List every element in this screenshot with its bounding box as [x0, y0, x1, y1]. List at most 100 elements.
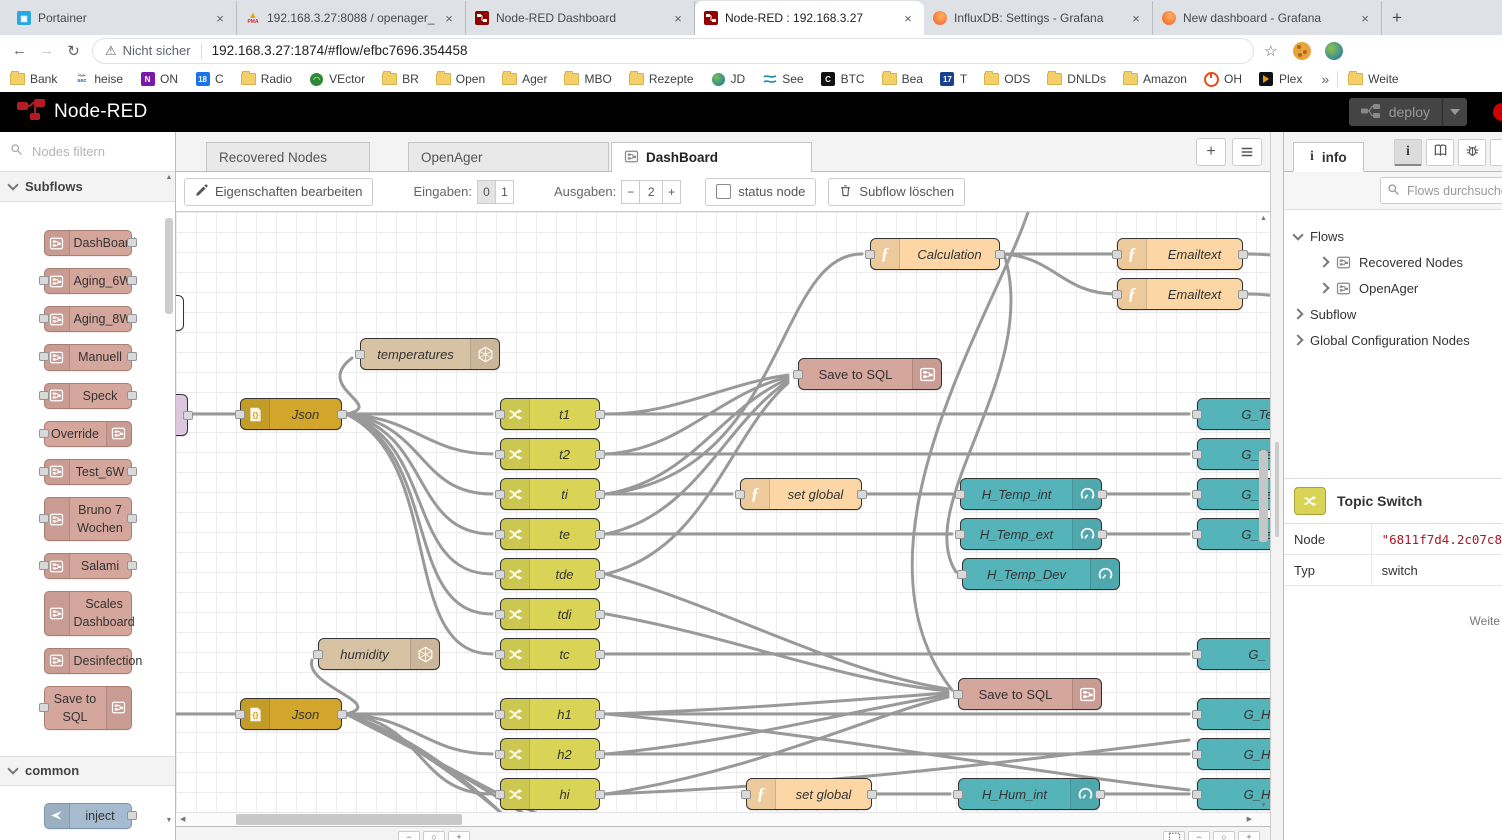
input-port[interactable] [957, 570, 967, 579]
wire[interactable] [346, 414, 492, 654]
output-port[interactable] [337, 710, 347, 719]
bookmark-item[interactable]: Bea [882, 72, 923, 86]
bookmark-item[interactable]: ◠VEctor [309, 72, 365, 86]
output-port[interactable] [867, 790, 877, 799]
canvas-horizontal-scrollbar[interactable]: ◀ ▶ [176, 812, 1270, 826]
input-port[interactable] [313, 650, 323, 659]
output-port[interactable] [127, 811, 137, 820]
close-tab-icon[interactable]: × [1357, 11, 1373, 26]
canvas-vertical-scrollbar[interactable]: ▲ ▼ [1257, 212, 1270, 812]
palette-node-desinfection[interactable]: Desinfection [44, 648, 132, 674]
flow-node-hi[interactable]: hi [500, 778, 600, 810]
output-port[interactable] [127, 352, 137, 361]
bookmark-item[interactable]: BR [382, 72, 419, 86]
flow-list-button[interactable] [1232, 138, 1262, 166]
input-port[interactable] [495, 450, 505, 459]
tab-info[interactable]: i info [1293, 142, 1364, 172]
wire[interactable] [340, 358, 359, 414]
chevron-down-icon[interactable] [1292, 229, 1303, 240]
input-port[interactable] [793, 370, 803, 379]
footer-zoom-in-button[interactable]: + [1238, 831, 1260, 840]
input-port[interactable] [955, 490, 965, 499]
bookmark-item[interactable]: Amazon [1123, 72, 1187, 86]
flow-node-h-temp-ext[interactable]: H_Temp_ext [960, 518, 1102, 550]
wire[interactable] [1004, 254, 1117, 294]
flow-node-temperatures[interactable]: temperatures [360, 338, 500, 370]
wire[interactable] [346, 414, 492, 614]
output-port[interactable] [595, 450, 605, 459]
output-port[interactable] [127, 561, 137, 570]
input-port[interactable] [39, 276, 49, 285]
palette-category-subflows[interactable]: Subflows [0, 172, 175, 202]
output-port[interactable] [857, 490, 867, 499]
palette-node-manuell[interactable]: Manuell [44, 344, 132, 370]
input-port[interactable] [495, 610, 505, 619]
input-port[interactable] [953, 790, 963, 799]
palette-node-speck[interactable]: Speck [44, 383, 132, 409]
output-port[interactable] [1097, 490, 1107, 499]
bookmark-item[interactable]: Open [436, 72, 485, 86]
tree-item-flows[interactable]: Flows [1284, 223, 1502, 249]
bookmark-item[interactable]: Plex [1259, 72, 1302, 86]
input-port[interactable] [495, 410, 505, 419]
output-port[interactable] [1238, 290, 1248, 299]
footer-zoom-out-button[interactable]: − [1188, 831, 1210, 840]
browser-profile-avatar[interactable] [1325, 42, 1343, 60]
add-flow-button[interactable]: + [1196, 138, 1226, 166]
tree-item-recovered-nodes[interactable]: Recovered Nodes [1284, 249, 1502, 275]
input-port[interactable] [865, 250, 875, 259]
input-port[interactable] [495, 650, 505, 659]
browser-tab[interactable]: Node-RED : 192.168.3.27× [695, 1, 924, 35]
output-port[interactable] [127, 467, 137, 476]
bookmark-item[interactable]: Rezepte [629, 72, 694, 86]
chevron-right-icon[interactable] [1292, 308, 1303, 319]
inputs-option-0[interactable]: 0 [477, 180, 496, 204]
outputs-decrement-button[interactable]: − [621, 180, 640, 204]
output-port[interactable] [337, 410, 347, 419]
palette-node-aging-6w[interactable]: Aging_6W [44, 268, 132, 294]
zoom-out-button[interactable]: − [398, 831, 420, 840]
input-port[interactable] [355, 350, 365, 359]
input-port[interactable] [495, 490, 505, 499]
browser-tab[interactable]: ▲PMA192.168.3.27:8088 / openager_× [237, 1, 466, 35]
deploy-button[interactable]: deploy [1349, 98, 1467, 126]
palette-search-input[interactable] [30, 143, 154, 160]
output-port[interactable] [127, 391, 137, 400]
flow-node-humidity[interactable]: humidity [318, 638, 440, 670]
selection-more-link[interactable]: Weite [1470, 614, 1500, 628]
output-port[interactable] [595, 790, 605, 799]
edit-properties-button[interactable]: Eigenschaften bearbeiten [184, 178, 373, 206]
user-avatar[interactable] [1493, 103, 1502, 121]
input-port[interactable] [235, 410, 245, 419]
bookmark-item-more[interactable]: Weite [1348, 72, 1398, 86]
flow-tab-dashboard[interactable]: DashBoard [611, 142, 812, 172]
chevron-right-icon[interactable] [1292, 334, 1303, 345]
wire[interactable] [606, 740, 1189, 794]
bookmark-item[interactable]: MBO [564, 72, 611, 86]
palette-search[interactable] [0, 132, 175, 172]
output-port[interactable] [595, 650, 605, 659]
flow-node-h-temp-int[interactable]: H_Temp_int [960, 478, 1102, 510]
flow-node-emailtext[interactable]: ƒEmailtext [1117, 238, 1243, 270]
output-port[interactable] [595, 710, 605, 719]
input-port[interactable] [39, 467, 49, 476]
input-port[interactable] [1192, 410, 1202, 419]
output-port[interactable] [127, 314, 137, 323]
output-port[interactable] [595, 750, 605, 759]
bookmark-item[interactable]: Ager [502, 72, 547, 86]
palette-node-bruno-7-wochen[interactable]: Bruno 7 Wochen [44, 497, 132, 541]
output-port[interactable] [127, 238, 137, 247]
output-port[interactable] [595, 490, 605, 499]
wire[interactable] [346, 414, 492, 534]
zoom-reset-button[interactable]: ○ [423, 831, 445, 840]
palette-category-common[interactable]: common [0, 756, 175, 786]
flow-node-tde[interactable]: tde [500, 558, 600, 590]
input-port[interactable] [1192, 790, 1202, 799]
bookmark-item[interactable]: Radio [241, 72, 292, 86]
input-port[interactable] [1112, 290, 1122, 299]
input-port[interactable] [741, 790, 751, 799]
output-port[interactable] [595, 410, 605, 419]
output-port[interactable] [1238, 250, 1248, 259]
input-port[interactable] [39, 703, 49, 712]
chevron-right-icon[interactable] [1318, 282, 1329, 293]
